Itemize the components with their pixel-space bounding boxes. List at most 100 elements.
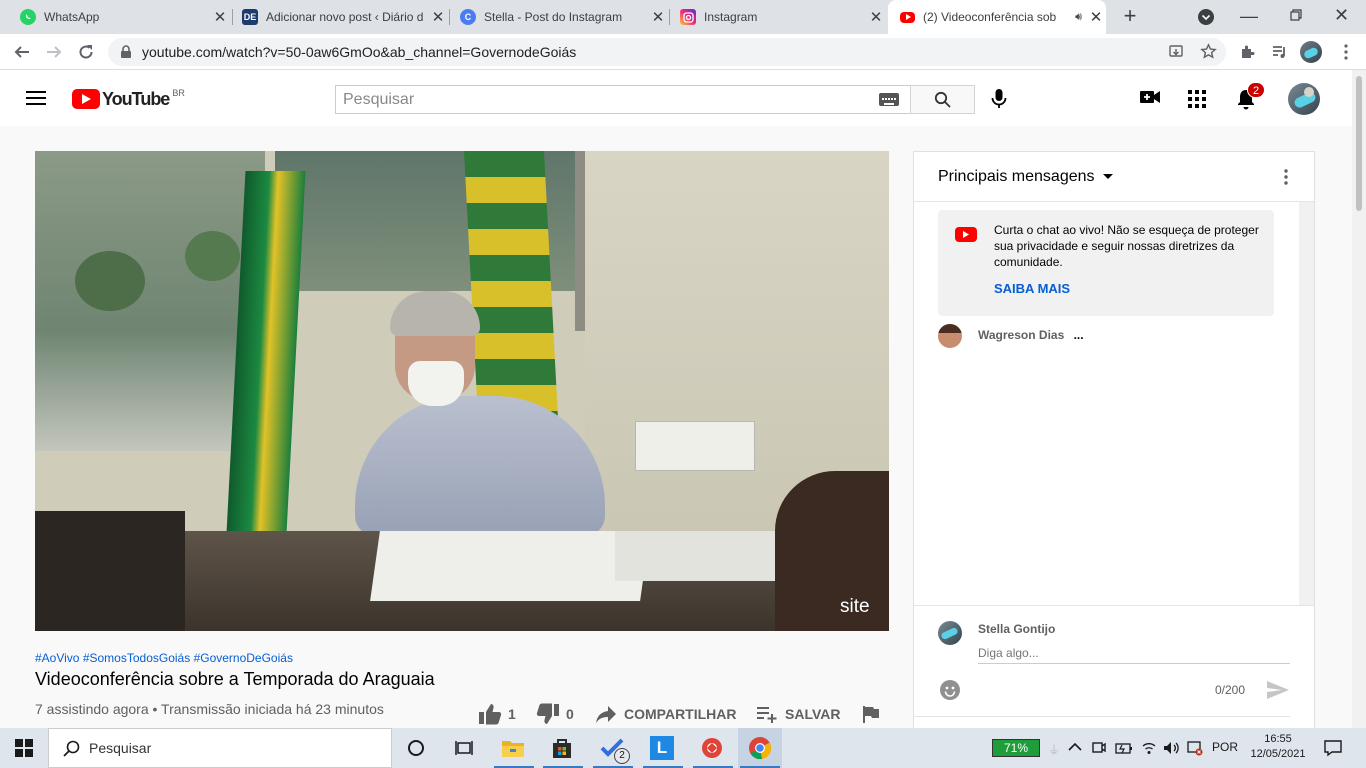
tab-whatsapp[interactable]: WhatsApp ✕ <box>8 0 230 34</box>
wifi-icon[interactable] <box>1141 740 1157 756</box>
anydesk-button[interactable] <box>698 734 726 762</box>
l-app-icon: L <box>650 736 674 760</box>
close-tab-icon[interactable]: ✕ <box>428 8 448 26</box>
address-bar[interactable]: youtube.com/watch?v=50-0aw6GmOo&ab_chann… <box>108 38 1226 66</box>
file-explorer-button[interactable] <box>499 734 527 762</box>
clock[interactable]: 16:55 12/05/2021 <box>1246 732 1310 762</box>
cortana-circle-icon <box>408 740 424 756</box>
minimize-button[interactable]: — <box>1240 7 1258 25</box>
save-label: SALVAR <box>785 706 841 722</box>
tab-diario[interactable]: DE Adicionar novo post ‹ Diário d ✕ <box>230 0 448 34</box>
chat-message-input[interactable] <box>978 642 1290 664</box>
start-button[interactable] <box>10 734 38 762</box>
chat-message-text: ... <box>1073 328 1084 342</box>
chat-scrollbar[interactable] <box>1299 202 1314 605</box>
guide-menu-button[interactable] <box>26 90 46 106</box>
share-button[interactable]: COMPARTILHAR <box>595 702 737 726</box>
taskbar-search-box[interactable]: Pesquisar <box>48 728 392 768</box>
youtube-logo[interactable]: YouTube BR <box>72 88 185 110</box>
close-tab-icon[interactable]: ✕ <box>1086 8 1106 26</box>
network-warning-icon[interactable] <box>1187 740 1203 756</box>
report-button[interactable] <box>862 702 880 726</box>
clock-date: 12/05/2021 <box>1250 748 1306 760</box>
like-count: 1 <box>508 706 516 722</box>
chat-messages: Curta o chat ao vivo! Não se esqueça de … <box>914 202 1314 605</box>
reload-button[interactable] <box>74 40 98 64</box>
video-frame-person-foreground <box>775 471 889 631</box>
close-tab-icon[interactable]: ✕ <box>648 8 668 26</box>
hashtag-link[interactable]: #SomosTodosGoiás <box>83 651 190 665</box>
speaker-icon[interactable]: 🔊︎ <box>1075 11 1082 24</box>
action-center-icon[interactable] <box>1324 739 1342 757</box>
tab-stella-instagram-post[interactable]: C Stella - Post do Instagram ✕ <box>448 0 668 34</box>
playlist-music-icon <box>1273 46 1285 58</box>
install-app-icon[interactable] <box>1168 44 1184 60</box>
country-code: BR <box>172 88 185 98</box>
like-button[interactable]: 1 <box>478 702 516 726</box>
learn-more-link[interactable]: SAIBA MAIS <box>994 281 1070 296</box>
meet-now-icon[interactable] <box>1092 740 1106 756</box>
youtube-wordmark: YouTube <box>102 88 170 109</box>
more-vertical-icon[interactable] <box>1284 169 1288 185</box>
page-scrollbar[interactable] <box>1352 70 1366 728</box>
send-icon[interactable] <box>1267 681 1289 699</box>
chat-author[interactable]: Wagreson Dias <box>978 328 1064 342</box>
restore-button[interactable] <box>1288 7 1304 23</box>
chrome-taskbar-button[interactable] <box>746 734 774 762</box>
input-language[interactable]: POR <box>1212 740 1238 754</box>
media-control-button[interactable] <box>1268 40 1292 64</box>
profile-avatar[interactable] <box>1300 41 1322 63</box>
hashtag-link[interactable]: #AoVivo <box>35 651 79 665</box>
app-red-circle-icon <box>702 738 722 758</box>
volume-icon[interactable] <box>1163 740 1181 756</box>
emoji-icon[interactable] <box>940 680 960 700</box>
save-button[interactable]: SALVAR <box>756 702 840 726</box>
notifications-button[interactable]: 2 <box>1236 82 1265 110</box>
extensions-button[interactable] <box>1236 40 1260 64</box>
tab-search-button[interactable] <box>1198 9 1214 25</box>
close-tab-icon[interactable]: ✕ <box>866 8 886 26</box>
chevron-up-icon[interactable] <box>1068 742 1082 752</box>
browser-toolbar: youtube.com/watch?v=50-0aw6GmOo&ab_chann… <box>0 34 1366 70</box>
tab-title: WhatsApp <box>44 10 100 24</box>
keyboard-icon[interactable] <box>879 93 899 106</box>
l-app-button[interactable]: L <box>648 734 676 762</box>
lock-icon <box>121 45 131 58</box>
cortana-button[interactable] <box>402 734 430 762</box>
tab-youtube-videoconferencia[interactable]: (2) Videoconferência sob 🔊︎ ✕ <box>888 0 1106 34</box>
flag-icon <box>863 706 879 723</box>
diario-icon: DE <box>242 9 258 25</box>
tab-title: Adicionar novo post ‹ Diário d <box>266 10 424 24</box>
battery-icon[interactable] <box>1115 741 1133 755</box>
chat-mode-label[interactable]: Principais mensagens <box>938 168 1095 186</box>
current-user-name: Stella Gontijo <box>978 622 1056 636</box>
task-view-button[interactable] <box>450 734 478 762</box>
search-button[interactable] <box>910 85 975 114</box>
chrome-menu-button[interactable] <box>1334 40 1358 64</box>
hashtags: #AoVivo #SomosTodosGoiás #GovernoDeGoiás <box>35 651 293 665</box>
caret-down-icon[interactable] <box>1102 173 1113 180</box>
close-window-button[interactable]: ✕ <box>1334 5 1352 25</box>
back-button[interactable] <box>10 40 34 64</box>
video-player[interactable]: site <box>35 151 889 631</box>
new-tab-button[interactable]: + <box>1118 4 1142 28</box>
taskbar-search-placeholder: Pesquisar <box>89 740 152 756</box>
microsoft-store-button[interactable] <box>548 734 576 762</box>
search-input[interactable] <box>335 85 911 114</box>
apps-button[interactable] <box>1188 90 1206 108</box>
close-tab-icon[interactable]: ✕ <box>210 8 230 26</box>
voice-search-button[interactable] <box>989 87 1009 111</box>
todo-app-button[interactable]: 2 <box>598 734 630 764</box>
star-icon[interactable] <box>1200 43 1217 60</box>
dislike-button[interactable]: 0 <box>536 702 574 726</box>
create-button[interactable] <box>1140 89 1160 107</box>
battery-meter[interactable]: 71% <box>992 739 1040 757</box>
video-camera-plus-icon <box>1140 91 1160 103</box>
store-bag-icon <box>553 739 571 758</box>
tab-instagram[interactable]: Instagram ✕ <box>668 0 886 34</box>
account-avatar[interactable] <box>1288 83 1320 115</box>
hashtag-link[interactable]: #GovernoDeGoiás <box>194 651 293 665</box>
apps-grid-icon <box>1188 90 1206 108</box>
forward-button[interactable] <box>42 40 66 64</box>
instagram-icon <box>680 9 696 25</box>
